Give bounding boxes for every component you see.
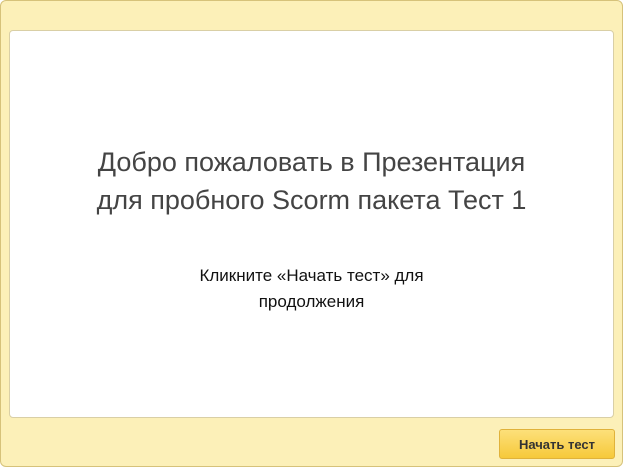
slide-title-line-1: Добро пожаловать в Презентация — [97, 147, 526, 177]
slide-instruction: Кликните «Начать тест» для продолжения — [10, 263, 613, 315]
slide-title: Добро пожаловать в Презентация для пробн… — [10, 143, 613, 219]
player-frame: Добро пожаловать в Презентация для пробн… — [0, 0, 623, 467]
slide-instruction-line-1: Кликните «Начать тест» для — [199, 266, 424, 285]
slide-instruction-line-2: продолжения — [258, 292, 365, 311]
slide-area: Добро пожаловать в Презентация для пробн… — [9, 30, 614, 418]
start-test-button[interactable]: Начать тест — [499, 429, 615, 459]
slide-title-line-2: для пробного Scorm пакета Тест 1 — [96, 185, 527, 215]
